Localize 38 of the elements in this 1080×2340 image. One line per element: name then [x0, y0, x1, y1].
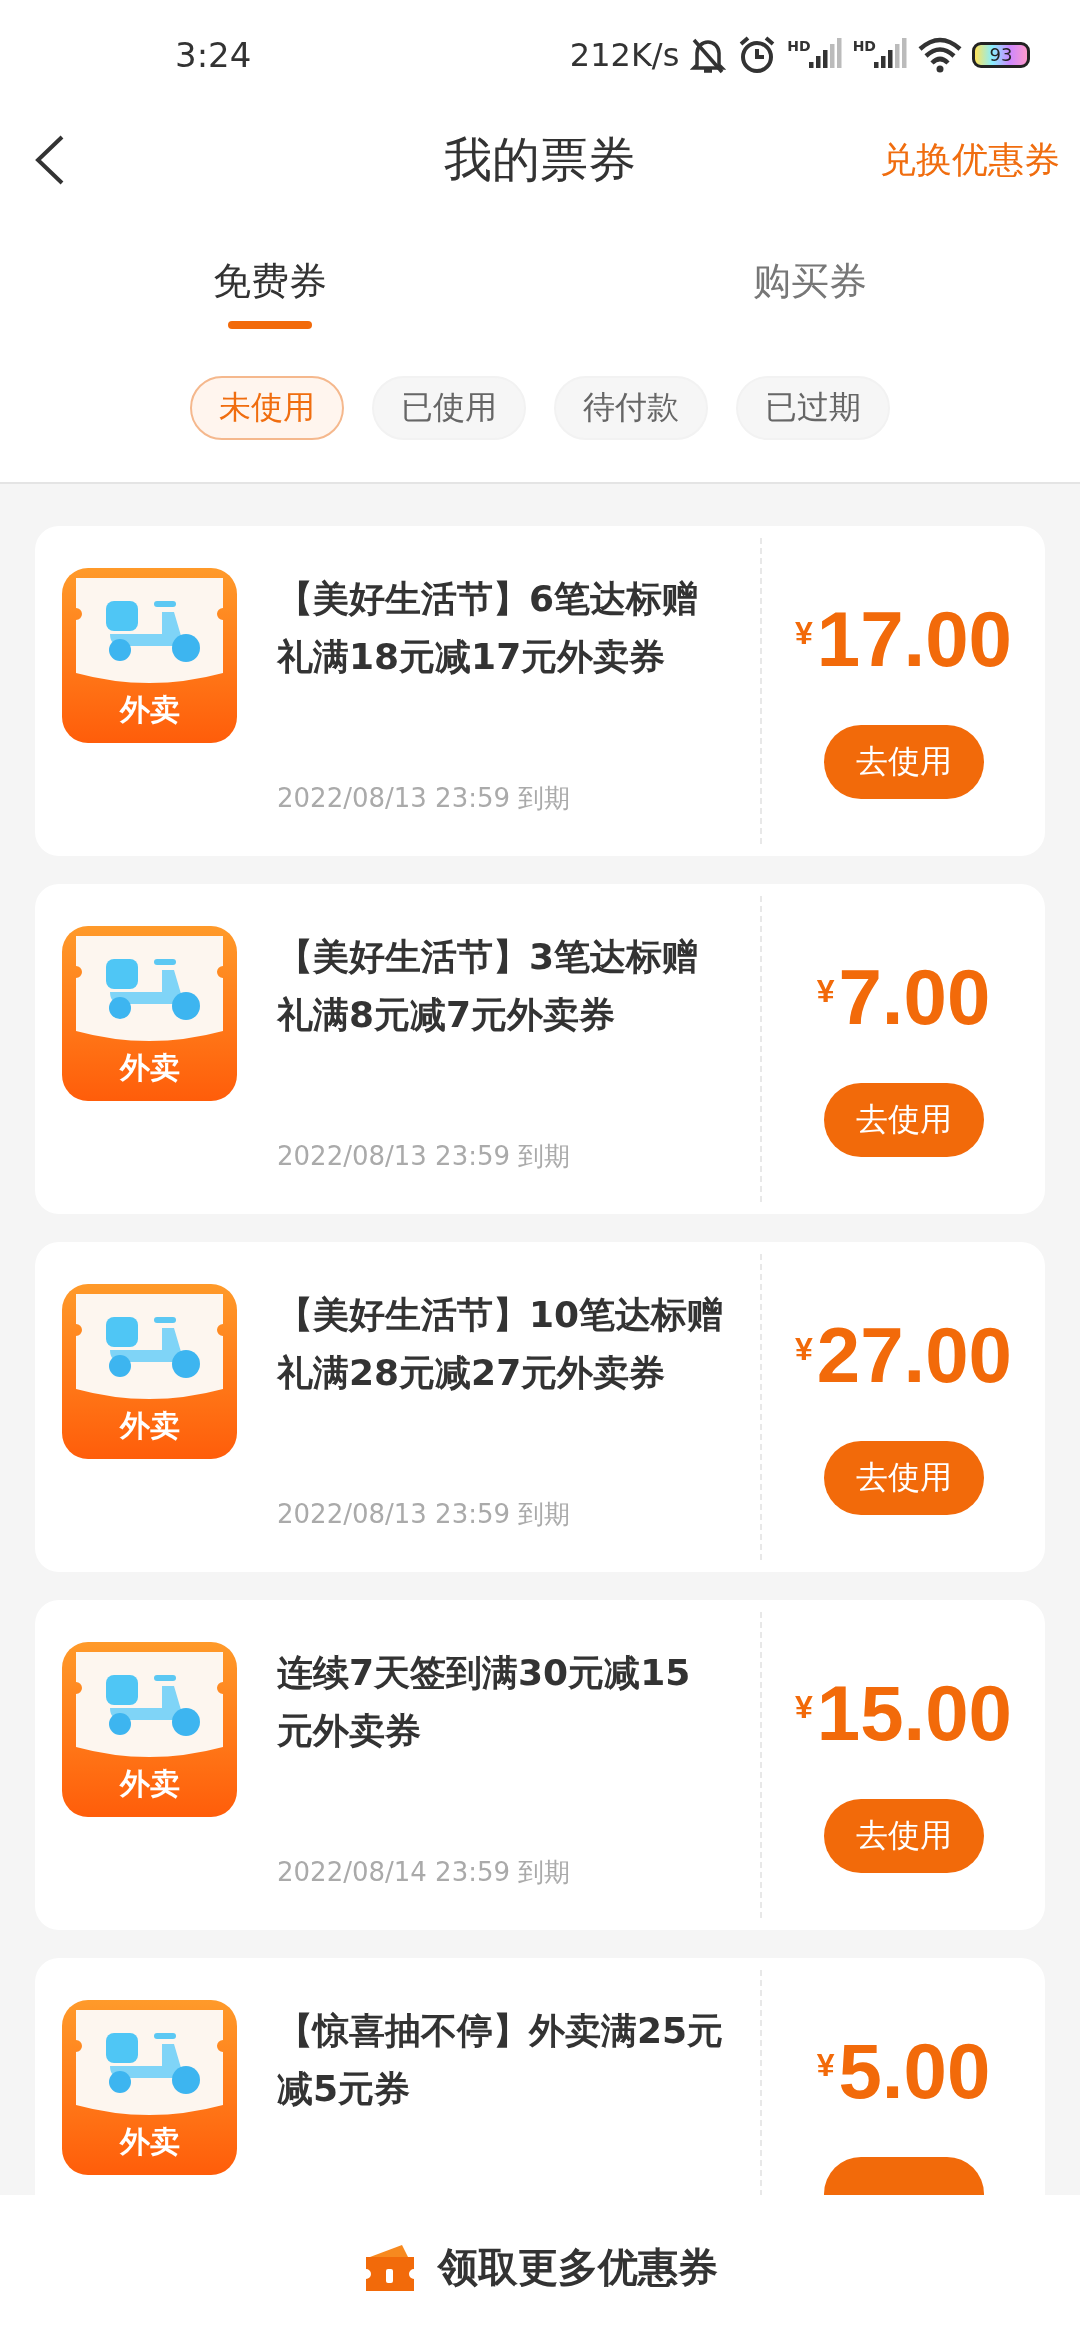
hd-label: HD — [787, 38, 811, 54]
coupon-title: 【惊喜抽不停】外卖满25元减5元券 — [277, 2009, 725, 2111]
wifi-icon — [918, 37, 962, 73]
category-label: 外卖 — [119, 2123, 180, 2161]
filter-chip[interactable]: 已使用 — [372, 376, 526, 440]
expiry-date: 2022/08/13 23:59 到期 — [277, 782, 572, 815]
more-coupons-link[interactable]: 领取更多优惠券 — [438, 2240, 718, 2295]
expiry-date: 2022/08/13 23:59 到期 — [277, 1498, 572, 1531]
expiry-date: 2022/08/14 23:59 到期 — [277, 1856, 572, 1889]
status-time: 3:24 — [175, 35, 252, 75]
use-button[interactable]: 去使用 — [823, 725, 984, 799]
category-label: 外卖 — [119, 1049, 180, 1087]
hd-label: HD — [852, 38, 876, 54]
category-label: 外卖 — [119, 1407, 180, 1445]
coupon-amount: ¥7.00 — [816, 952, 991, 1043]
expiry-date: 2022/08/13 23:59 到期 — [277, 1140, 572, 1173]
coupon-title: 【美好生活节】10笔达标赠礼满28元减27元外卖券 — [277, 1293, 725, 1395]
filter-chip[interactable]: 待付款 — [554, 376, 708, 440]
filter-chip[interactable]: 已过期 — [736, 376, 890, 440]
use-button[interactable]: 去使用 — [823, 1083, 984, 1157]
coupon-amount: ¥27.00 — [795, 1310, 1012, 1401]
use-button[interactable]: 去使用 — [823, 1441, 984, 1515]
coupon-title: 连续7天签到满30元减15元外卖券 — [277, 1651, 692, 1753]
category-label: 外卖 — [119, 1765, 180, 1803]
page-title: 我的票券 — [444, 131, 636, 187]
network-speed: 212K/s — [569, 36, 680, 74]
battery-level: 93 — [972, 42, 1030, 68]
filter-chip[interactable]: 未使用 — [190, 376, 344, 440]
tab[interactable]: 购买券 — [540, 232, 1080, 352]
coupon-amount: ¥17.00 — [795, 594, 1012, 685]
category-label: 外卖 — [119, 691, 180, 729]
use-button[interactable]: 去使用 — [823, 1799, 984, 1873]
redeem-coupon-link[interactable]: 兑换优惠券 — [880, 135, 1060, 185]
tab[interactable]: 免费券 — [0, 232, 540, 352]
coupon-title: 【美好生活节】6笔达标赠礼满18元减17元外卖券 — [277, 577, 700, 679]
coupon-amount: ¥15.00 — [795, 1668, 1012, 1759]
coupon-amount: ¥5.00 — [816, 2026, 991, 2117]
coupon-title: 【美好生活节】3笔达标赠礼满8元减7元外卖券 — [277, 935, 700, 1037]
